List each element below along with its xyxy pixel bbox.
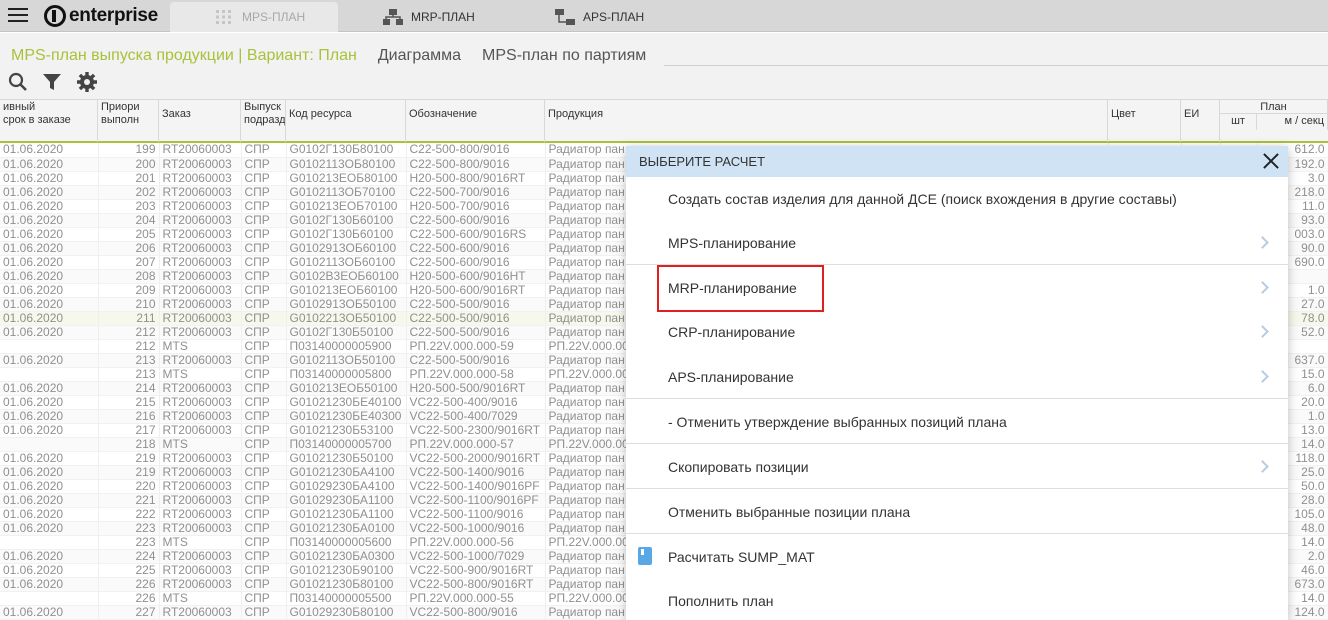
col-plan-m-sect[interactable]: м / секц bbox=[1257, 114, 1328, 130]
col-plan[interactable]: План bbox=[1220, 100, 1328, 114]
menu-crp-planning[interactable]: CRP-планирование bbox=[626, 310, 1288, 354]
tabs-divider bbox=[664, 65, 1328, 66]
filter-icon[interactable] bbox=[42, 72, 62, 92]
page-header: MPS-план выпуска продукции | Вариант: Пл… bbox=[0, 33, 1328, 99]
menu-create-bom-label: Создать состав изделия для данной ДСЕ (п… bbox=[668, 191, 1177, 207]
tab-mps-label: MPS-ПЛАН bbox=[242, 10, 306, 24]
tab-mrp-plan[interactable]: MRP-ПЛАН bbox=[383, 2, 533, 32]
select-calculation-dialog: ВЫБЕРИТЕ РАСЧЕТ Создать состав изделия д… bbox=[626, 146, 1288, 620]
top-bar: enterprise MPS-ПЛАН MRP-ПЛАН APS-ПЛАН bbox=[0, 0, 1328, 32]
tab-mps-production-plan[interactable]: MPS-план выпуска продукции | Вариант: Пл… bbox=[11, 47, 357, 65]
col-designation[interactable]: Обозначение bbox=[406, 100, 545, 142]
dialog-header: ВЫБЕРИТЕ РАСЧЕТ bbox=[626, 146, 1288, 177]
chevron-right-icon bbox=[1258, 236, 1268, 250]
tab-mrp-label: MRP-ПЛАН bbox=[411, 10, 475, 24]
dialog-title: ВЫБЕРИТЕ РАСЧЕТ bbox=[639, 154, 766, 169]
toolbar bbox=[8, 71, 98, 93]
chevron-right-icon bbox=[1258, 325, 1268, 339]
col-product[interactable]: Продукция bbox=[545, 100, 1108, 142]
network-icon bbox=[383, 9, 403, 25]
highlight-box bbox=[657, 265, 824, 312]
menu-copy-positions[interactable]: Скопировать позиции bbox=[626, 445, 1288, 489]
col-priority-line2: выполн bbox=[101, 114, 140, 126]
col-dept-line2: подразд bbox=[244, 114, 286, 126]
logo-mark-icon bbox=[44, 5, 66, 27]
menu-calc-sump-mat[interactable]: Расчитать SUMP_MAT bbox=[626, 535, 1288, 579]
menu-replenish-plan-label: Пополнить план bbox=[668, 593, 774, 609]
network-icon bbox=[555, 9, 575, 25]
tab-aps-label: APS-ПЛАН bbox=[583, 10, 645, 24]
grid-icon bbox=[216, 10, 231, 24]
grid-header: ивный срок в заказе Приори выполн Заказ Вы… bbox=[0, 99, 1328, 143]
menu-aps-planning[interactable]: APS-планирование bbox=[626, 355, 1288, 399]
close-icon[interactable] bbox=[1262, 152, 1280, 170]
menu-copy-positions-label: Скопировать позиции bbox=[668, 458, 809, 475]
col-priority-line1: Приори bbox=[101, 101, 140, 113]
col-color[interactable]: Цвет bbox=[1108, 100, 1181, 142]
col-term[interactable]: ивный срок в заказе bbox=[0, 100, 98, 142]
book-icon bbox=[638, 547, 652, 565]
col-term-line1: ивный bbox=[3, 101, 36, 113]
search-icon[interactable] bbox=[8, 72, 28, 92]
tab-diagram[interactable]: Диаграмма bbox=[378, 47, 461, 65]
chevron-right-icon bbox=[1258, 460, 1268, 474]
tab-mps-by-batch[interactable]: MPS-план по партиям bbox=[482, 47, 646, 65]
menu-cancel-positions-label: Отменить выбранные позиции плана bbox=[668, 503, 911, 520]
menu-mps-planning[interactable]: MPS-планирование bbox=[626, 221, 1288, 265]
app-logo: enterprise bbox=[44, 3, 158, 29]
menu-icon[interactable] bbox=[8, 8, 28, 24]
col-order[interactable]: Заказ bbox=[159, 100, 241, 142]
col-dept[interactable]: Выпуск подразд bbox=[241, 100, 286, 142]
menu-aps-planning-label: APS-планирование bbox=[668, 368, 794, 385]
col-priority[interactable]: Приори выполн bbox=[98, 100, 159, 142]
chevron-right-icon bbox=[1258, 370, 1268, 384]
gear-icon[interactable] bbox=[76, 71, 98, 93]
col-unit[interactable]: ЕИ bbox=[1181, 100, 1220, 142]
col-dept-line1: Выпуск bbox=[244, 101, 281, 113]
chevron-right-icon bbox=[1258, 281, 1268, 295]
menu-calc-sump-mat-label: Расчитать SUMP_MAT bbox=[668, 549, 815, 565]
logo-text: enterprise bbox=[69, 5, 158, 26]
col-term-line2: срок в заказе bbox=[3, 114, 71, 126]
menu-create-bom[interactable]: Создать состав изделия для данной ДСЕ (п… bbox=[626, 177, 1288, 221]
col-resource-code[interactable]: Код ресурса bbox=[286, 100, 406, 142]
tab-aps-plan[interactable]: APS-ПЛАН bbox=[555, 2, 705, 32]
page-tabs: MPS-план выпуска продукции | Вариант: Пл… bbox=[11, 47, 646, 65]
menu-cancel-positions[interactable]: Отменить выбранные позиции плана bbox=[626, 490, 1288, 534]
menu-crp-planning-label: CRP-планирование bbox=[668, 324, 796, 340]
menu-replenish-plan[interactable]: Пополнить план bbox=[626, 579, 1288, 620]
menu-cancel-approval-label: - Отменить утверждение выбранных позиций… bbox=[668, 413, 1007, 430]
col-plan-pcs[interactable]: шт bbox=[1220, 114, 1257, 130]
menu-cancel-approval[interactable]: - Отменить утверждение выбранных позиций… bbox=[626, 400, 1288, 444]
menu-mps-planning-label: MPS-планирование bbox=[668, 234, 797, 251]
tab-mps-plan[interactable]: MPS-ПЛАН bbox=[170, 2, 338, 32]
